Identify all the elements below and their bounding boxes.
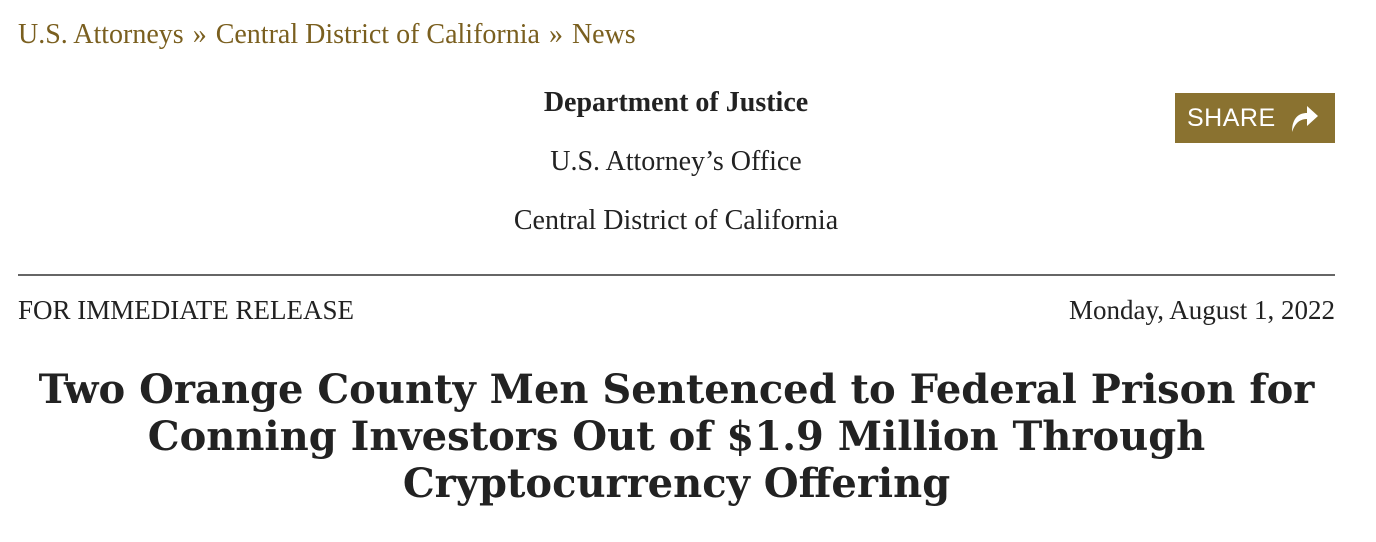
share-arrow-icon bbox=[1286, 101, 1320, 135]
header-divider bbox=[18, 274, 1335, 276]
breadcrumb-separator: » bbox=[548, 19, 563, 50]
breadcrumb-link-news[interactable]: News bbox=[572, 19, 636, 50]
agency-department: Department of Justice bbox=[543, 87, 809, 118]
breadcrumb-separator: » bbox=[192, 19, 207, 50]
agency-office: U.S. Attorney’s Office bbox=[550, 146, 802, 177]
breadcrumb: U.S. Attorneys » Central District of Calif… bbox=[18, 18, 636, 52]
share-button[interactable]: SHARE bbox=[1175, 93, 1335, 143]
breadcrumb-link-us-attorneys[interactable]: U.S. Attorneys bbox=[18, 19, 184, 50]
agency-district: Central District of California bbox=[513, 205, 839, 236]
release-date: Monday, August 1, 2022 bbox=[1068, 295, 1335, 325]
share-button-label: SHARE bbox=[1187, 104, 1276, 132]
press-release-headline: Two Orange County Men Sentenced to Feder… bbox=[38, 366, 1315, 507]
release-label: FOR IMMEDIATE RELEASE bbox=[18, 295, 354, 325]
breadcrumb-link-central-district[interactable]: Central District of California bbox=[216, 19, 540, 50]
